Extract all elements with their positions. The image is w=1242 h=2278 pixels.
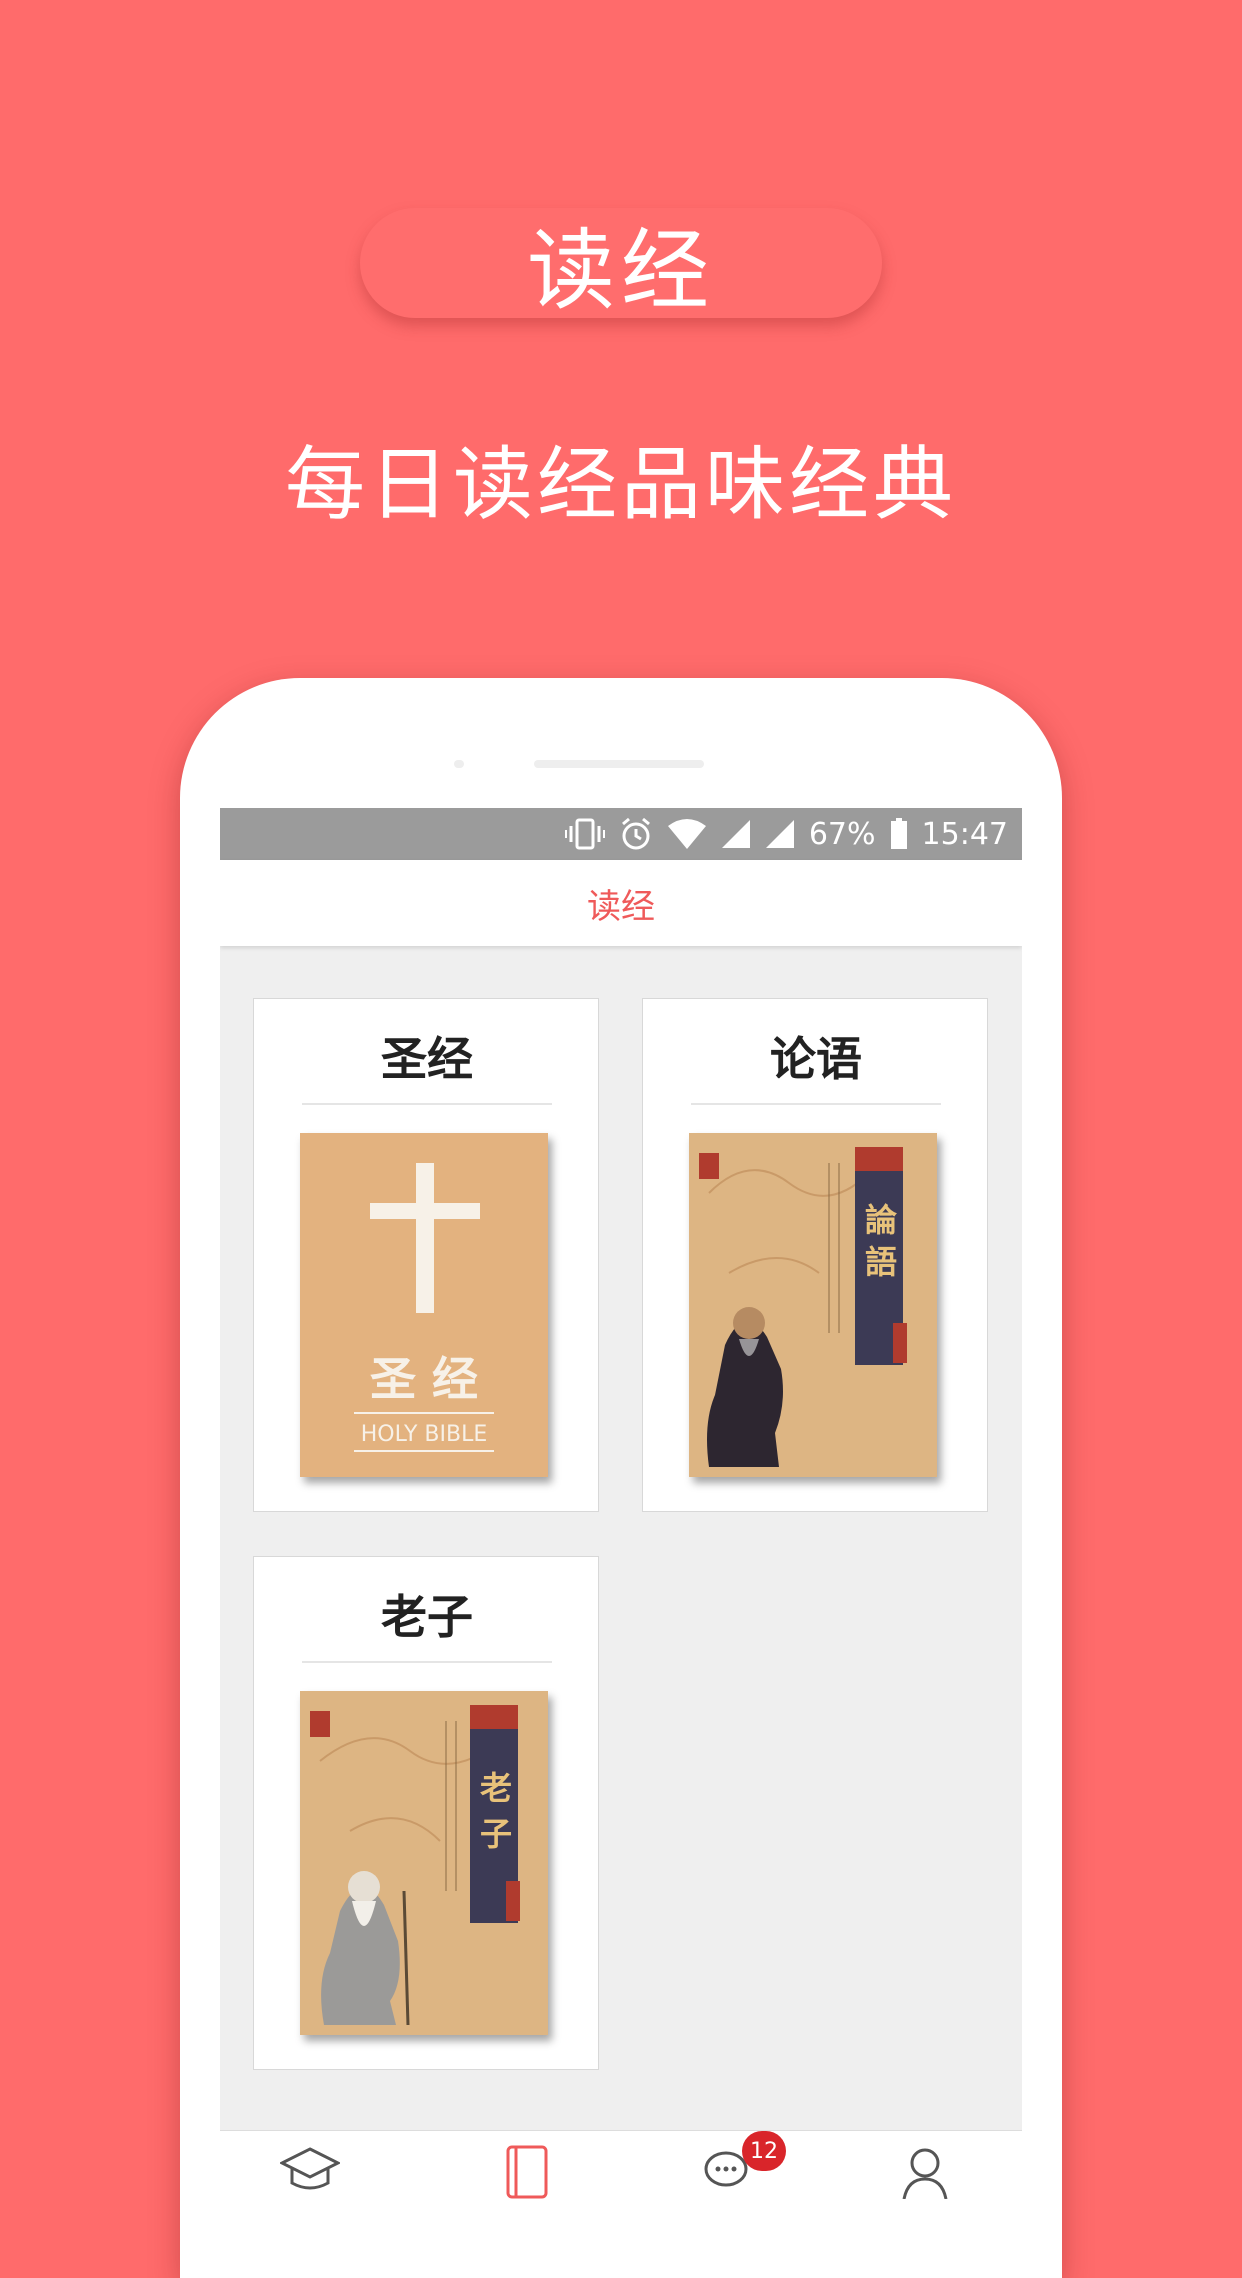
book-title: 圣经 xyxy=(381,1032,473,1086)
book-title: 论语 xyxy=(770,1032,862,1086)
nav-item-reading[interactable] xyxy=(502,2145,582,2205)
book-card-laozi[interactable]: 老子 老子 xyxy=(253,1556,599,2070)
divider xyxy=(302,1661,552,1663)
book-title: 老子 xyxy=(381,1590,473,1644)
vibrate-icon xyxy=(564,817,605,851)
book-icon xyxy=(502,2145,552,2203)
phone-screen: 67% 15:47 读经 圣经 圣 经 HOLY BIBLE 论语 論語 老子 … xyxy=(220,808,1022,2278)
battery-percent: 67% xyxy=(808,816,876,852)
book-cover-bible[interactable]: 圣 经 HOLY BIBLE xyxy=(300,1133,548,1477)
book-cover-analects[interactable]: 論語 xyxy=(689,1133,937,1477)
alarm-icon xyxy=(619,817,653,851)
graduation-cap-icon xyxy=(278,2147,342,2199)
chat-bubble-icon xyxy=(702,2151,754,2199)
signal-icon xyxy=(721,819,751,849)
promo-subtitle: 每日读经品味经典 xyxy=(285,438,957,531)
cover-subtext: HOLY BIBLE xyxy=(361,1422,487,1447)
promo-title-pill: 读经 xyxy=(360,208,882,322)
notification-badge: 12 xyxy=(742,2131,786,2171)
cover-text: 老子 xyxy=(475,1771,513,1863)
cover-text: 圣 经 xyxy=(370,1352,478,1406)
book-card-analects[interactable]: 论语 論語 xyxy=(642,998,988,1512)
nav-item-study[interactable] xyxy=(278,2145,360,2205)
book-card-bible[interactable]: 圣经 圣 经 HOLY BIBLE xyxy=(253,998,599,1512)
app-title: 读经 xyxy=(587,886,655,927)
user-icon xyxy=(900,2148,950,2203)
nav-item-messages[interactable]: 12 xyxy=(702,2131,786,2205)
status-bar: 67% 15:47 xyxy=(220,808,1022,860)
promo-title: 读经 xyxy=(526,218,715,322)
status-time: 15:47 xyxy=(921,816,1008,852)
bottom-nav: 12 xyxy=(220,2130,1022,2278)
divider xyxy=(691,1103,941,1105)
cover-text: 論語 xyxy=(860,1202,898,1287)
wifi-icon xyxy=(667,818,707,850)
battery-icon xyxy=(890,818,908,850)
signal-icon xyxy=(765,819,795,849)
nav-item-profile[interactable] xyxy=(900,2145,980,2205)
phone-camera xyxy=(454,760,464,768)
book-cover-laozi[interactable]: 老子 xyxy=(300,1691,548,2035)
phone-speaker xyxy=(534,760,704,768)
app-header: 读经 xyxy=(220,860,1022,946)
divider xyxy=(302,1103,552,1105)
phone-mockup: 67% 15:47 读经 圣经 圣 经 HOLY BIBLE 论语 論語 老子 … xyxy=(180,678,1062,2278)
